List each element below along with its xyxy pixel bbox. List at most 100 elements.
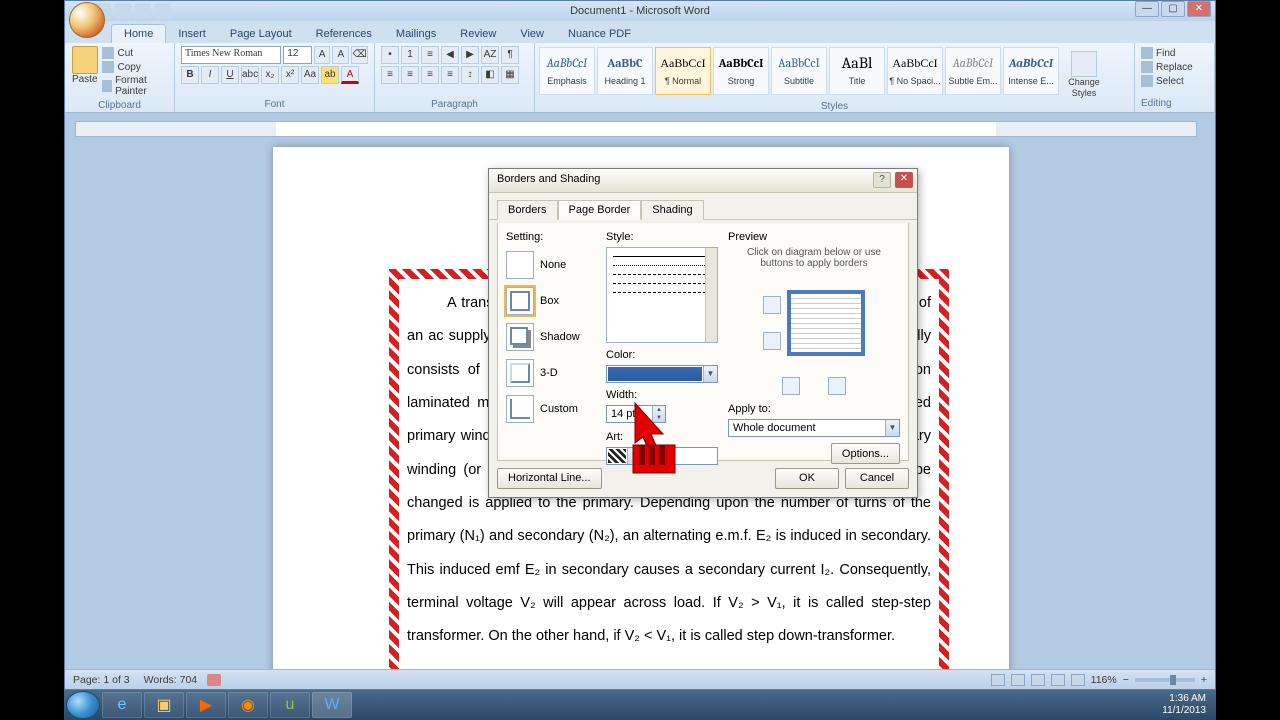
shrink-font-button[interactable]: A: [332, 46, 349, 64]
font-color-button[interactable]: A: [341, 66, 359, 84]
view-web-button[interactable]: [1031, 674, 1045, 686]
view-full-screen-button[interactable]: [1011, 674, 1025, 686]
tab-review[interactable]: Review: [448, 25, 508, 43]
tab-insert[interactable]: Insert: [166, 25, 218, 43]
style-heading1[interactable]: AaBbCHeading 1: [597, 47, 653, 95]
numbering-button[interactable]: 1: [401, 46, 419, 64]
taskbar-ie-icon[interactable]: e: [102, 692, 142, 718]
zoom-level[interactable]: 116%: [1091, 674, 1117, 686]
preview-bottom-button[interactable]: [763, 332, 781, 350]
shading-button[interactable]: ◧: [481, 66, 499, 84]
align-right-button[interactable]: ≡: [421, 66, 439, 84]
align-left-button[interactable]: ≡: [381, 66, 399, 84]
dialog-close-button[interactable]: ✕: [895, 172, 913, 188]
borders-button[interactable]: ▦: [501, 66, 519, 84]
taskbar-firefox-icon[interactable]: ◉: [228, 692, 268, 718]
multilevel-button[interactable]: ≡: [421, 46, 439, 64]
zoom-in-button[interactable]: +: [1201, 674, 1207, 686]
setting-none[interactable]: None: [506, 247, 596, 283]
decrease-indent-button[interactable]: ◀: [441, 46, 459, 64]
setting-box[interactable]: Box: [506, 283, 596, 319]
copy-button[interactable]: Copy: [102, 60, 168, 74]
tab-view[interactable]: View: [508, 25, 556, 43]
style-list[interactable]: [606, 247, 718, 343]
office-button[interactable]: [69, 2, 105, 38]
system-tray[interactable]: 1:36 AM 11/1/2013: [1162, 693, 1214, 717]
style-normal[interactable]: AaBbCcI¶ Normal: [655, 47, 711, 95]
qat-undo-icon[interactable]: [115, 3, 131, 19]
setting-shadow[interactable]: Shadow: [506, 319, 596, 355]
preview-top-button[interactable]: [763, 296, 781, 314]
art-combo[interactable]: ▼: [606, 447, 718, 465]
font-size-input[interactable]: 12: [283, 46, 311, 64]
style-emphasis[interactable]: AaBbCcIEmphasis: [539, 47, 595, 95]
view-draft-button[interactable]: [1071, 674, 1085, 686]
style-scrollbar[interactable]: [705, 248, 717, 342]
options-button[interactable]: Options...: [831, 443, 900, 464]
ok-button[interactable]: OK: [775, 468, 839, 489]
status-page[interactable]: Page: 1 of 3: [73, 674, 130, 686]
clear-format-button[interactable]: ⌫: [351, 46, 368, 64]
subscript-button[interactable]: x₂: [261, 66, 279, 84]
tab-borders[interactable]: Borders: [497, 200, 558, 220]
taskbar-word-icon[interactable]: W: [312, 692, 352, 718]
zoom-slider[interactable]: [1135, 678, 1195, 682]
bold-button[interactable]: B: [181, 66, 199, 84]
tab-home[interactable]: Home: [111, 24, 166, 43]
minimize-button[interactable]: —: [1135, 1, 1159, 17]
style-subtle-em[interactable]: AaBbCcISubtle Em...: [945, 47, 1001, 95]
style-nospacing[interactable]: AaBbCcI¶ No Spaci...: [887, 47, 943, 95]
replace-button[interactable]: Replace: [1141, 60, 1208, 74]
taskbar-app-icon[interactable]: u: [270, 692, 310, 718]
preview-right-button[interactable]: [828, 377, 846, 395]
tab-page-border[interactable]: Page Border: [558, 200, 642, 220]
preview-diagram[interactable]: [787, 290, 865, 356]
tab-mailings[interactable]: Mailings: [384, 25, 448, 43]
justify-button[interactable]: ≡: [441, 66, 459, 84]
underline-button[interactable]: U: [221, 66, 239, 84]
zoom-out-button[interactable]: −: [1123, 674, 1129, 686]
horizontal-line-button[interactable]: Horizontal Line...: [497, 468, 602, 489]
tab-shading[interactable]: Shading: [641, 200, 703, 220]
width-spinner-buttons[interactable]: ▲▼: [652, 406, 665, 422]
start-button[interactable]: [66, 691, 100, 719]
close-button[interactable]: ✕: [1187, 1, 1211, 17]
dialog-title-bar[interactable]: Borders and Shading ? ✕: [489, 169, 917, 193]
proofing-icon[interactable]: [207, 674, 221, 686]
show-marks-button[interactable]: ¶: [501, 46, 519, 64]
apply-to-combo[interactable]: Whole document▼: [728, 419, 900, 437]
style-title[interactable]: AaBlTitle: [829, 47, 885, 95]
bullets-button[interactable]: •: [381, 46, 399, 64]
change-case-button[interactable]: Aa: [301, 66, 319, 84]
italic-button[interactable]: I: [201, 66, 219, 84]
change-styles-button[interactable]: Change Styles: [1061, 47, 1107, 99]
qat-redo-icon[interactable]: [135, 3, 151, 19]
view-print-layout-button[interactable]: [991, 674, 1005, 686]
highlight-button[interactable]: ab: [321, 66, 339, 84]
style-intense-em[interactable]: AaBbCcIIntense E...: [1003, 47, 1059, 95]
setting-3d[interactable]: 3-D: [506, 355, 596, 391]
horizontal-ruler[interactable]: [75, 121, 1197, 137]
cancel-button[interactable]: Cancel: [845, 468, 909, 489]
color-combo[interactable]: ▼: [606, 365, 718, 383]
tab-nuance-pdf[interactable]: Nuance PDF: [556, 25, 643, 43]
setting-custom[interactable]: Custom: [506, 391, 596, 427]
superscript-button[interactable]: x²: [281, 66, 299, 84]
preview-left-button[interactable]: [782, 377, 800, 395]
find-button[interactable]: Find: [1141, 46, 1208, 60]
line-spacing-button[interactable]: ↕: [461, 66, 479, 84]
sort-button[interactable]: AZ: [481, 46, 499, 64]
grow-font-button[interactable]: A: [314, 46, 331, 64]
font-name-input[interactable]: Times New Roman: [181, 46, 281, 64]
cut-button[interactable]: Cut: [102, 46, 168, 60]
width-spinner[interactable]: 14 pt ▲▼: [606, 405, 666, 423]
select-button[interactable]: Select: [1141, 74, 1208, 88]
style-strong[interactable]: AaBbCcIStrong: [713, 47, 769, 95]
dialog-help-button[interactable]: ?: [873, 172, 891, 188]
taskbar-explorer-icon[interactable]: ▣: [144, 692, 184, 718]
qat-print-icon[interactable]: [155, 3, 171, 19]
tab-references[interactable]: References: [304, 25, 384, 43]
align-center-button[interactable]: ≡: [401, 66, 419, 84]
increase-indent-button[interactable]: ▶: [461, 46, 479, 64]
status-words[interactable]: Words: 704: [144, 674, 198, 686]
